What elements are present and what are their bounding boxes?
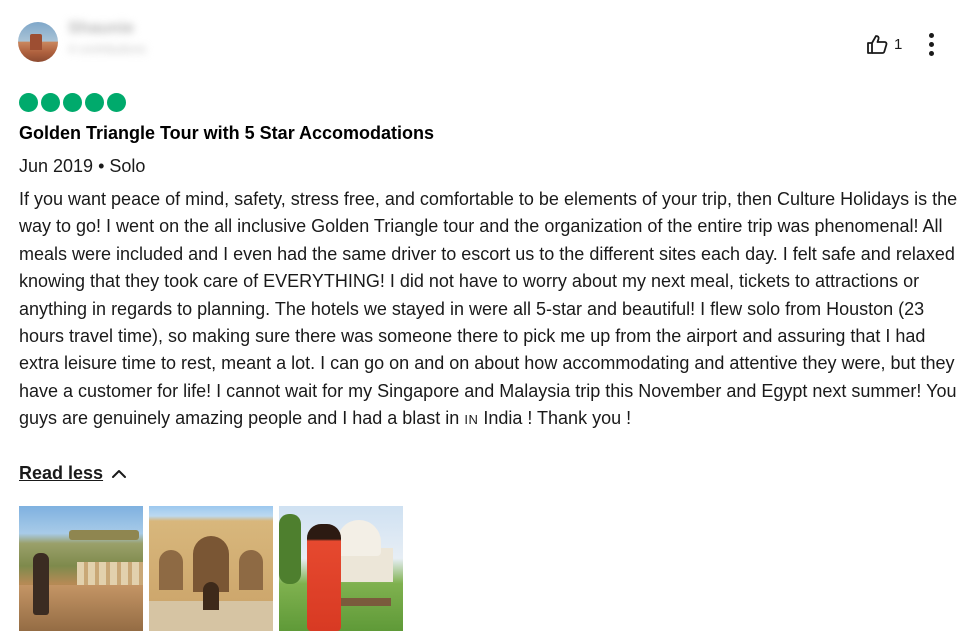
rating-bubble [107,93,126,112]
more-vertical-icon-dot [928,50,934,56]
photo-dome [337,520,381,556]
photo-person [33,553,49,615]
photo-town [77,562,143,586]
avatar[interactable] [18,22,58,62]
rating-bubbles [19,93,126,112]
review-photos [19,506,403,631]
photo-person [307,524,341,631]
review-body-text: If you want peace of mind, safety, stres… [19,189,958,429]
review-meta: Jun 2019 • Solo [19,156,146,176]
palace-gate-photo[interactable] [149,506,273,631]
more-vertical-icon-dot [928,41,934,47]
more-options-button[interactable] [920,30,942,58]
language-tag: IN [464,412,479,428]
rating-bubble [85,93,104,112]
thumbs-up-icon [867,35,888,54]
photo-ridge [69,530,139,540]
review-title[interactable]: Golden Triangle Tour with 5 Star Accomod… [19,123,434,144]
review-body: If you want peace of mind, safety, stres… [19,186,964,434]
photo-arch [239,550,263,590]
helpful-count: 1 [894,35,903,53]
reviewer-contributions: 4 contributions [68,42,147,56]
more-vertical-icon [928,32,934,38]
chevron-up-icon [112,469,127,478]
taj-mahal-photo[interactable] [279,506,403,631]
read-less-label: Read less [19,463,104,483]
reviewer-info[interactable]: Shaunie 4 contributions [68,18,208,62]
read-less-button[interactable]: Read less [19,463,127,484]
review-body-end: India ! Thank you ! [478,408,632,429]
fort-landscape-photo[interactable] [19,506,143,631]
photo-bench [341,598,391,606]
rating-bubble [19,93,38,112]
rating-bubble [63,93,82,112]
photo-tree [279,514,301,584]
photo-door [203,582,219,610]
helpful-vote-button[interactable]: 1 [866,30,902,58]
photo-arch [159,550,183,590]
avatar-mesa-shape [30,34,42,50]
reviewer-name[interactable]: Shaunie [68,18,208,38]
rating-bubble [41,93,60,112]
